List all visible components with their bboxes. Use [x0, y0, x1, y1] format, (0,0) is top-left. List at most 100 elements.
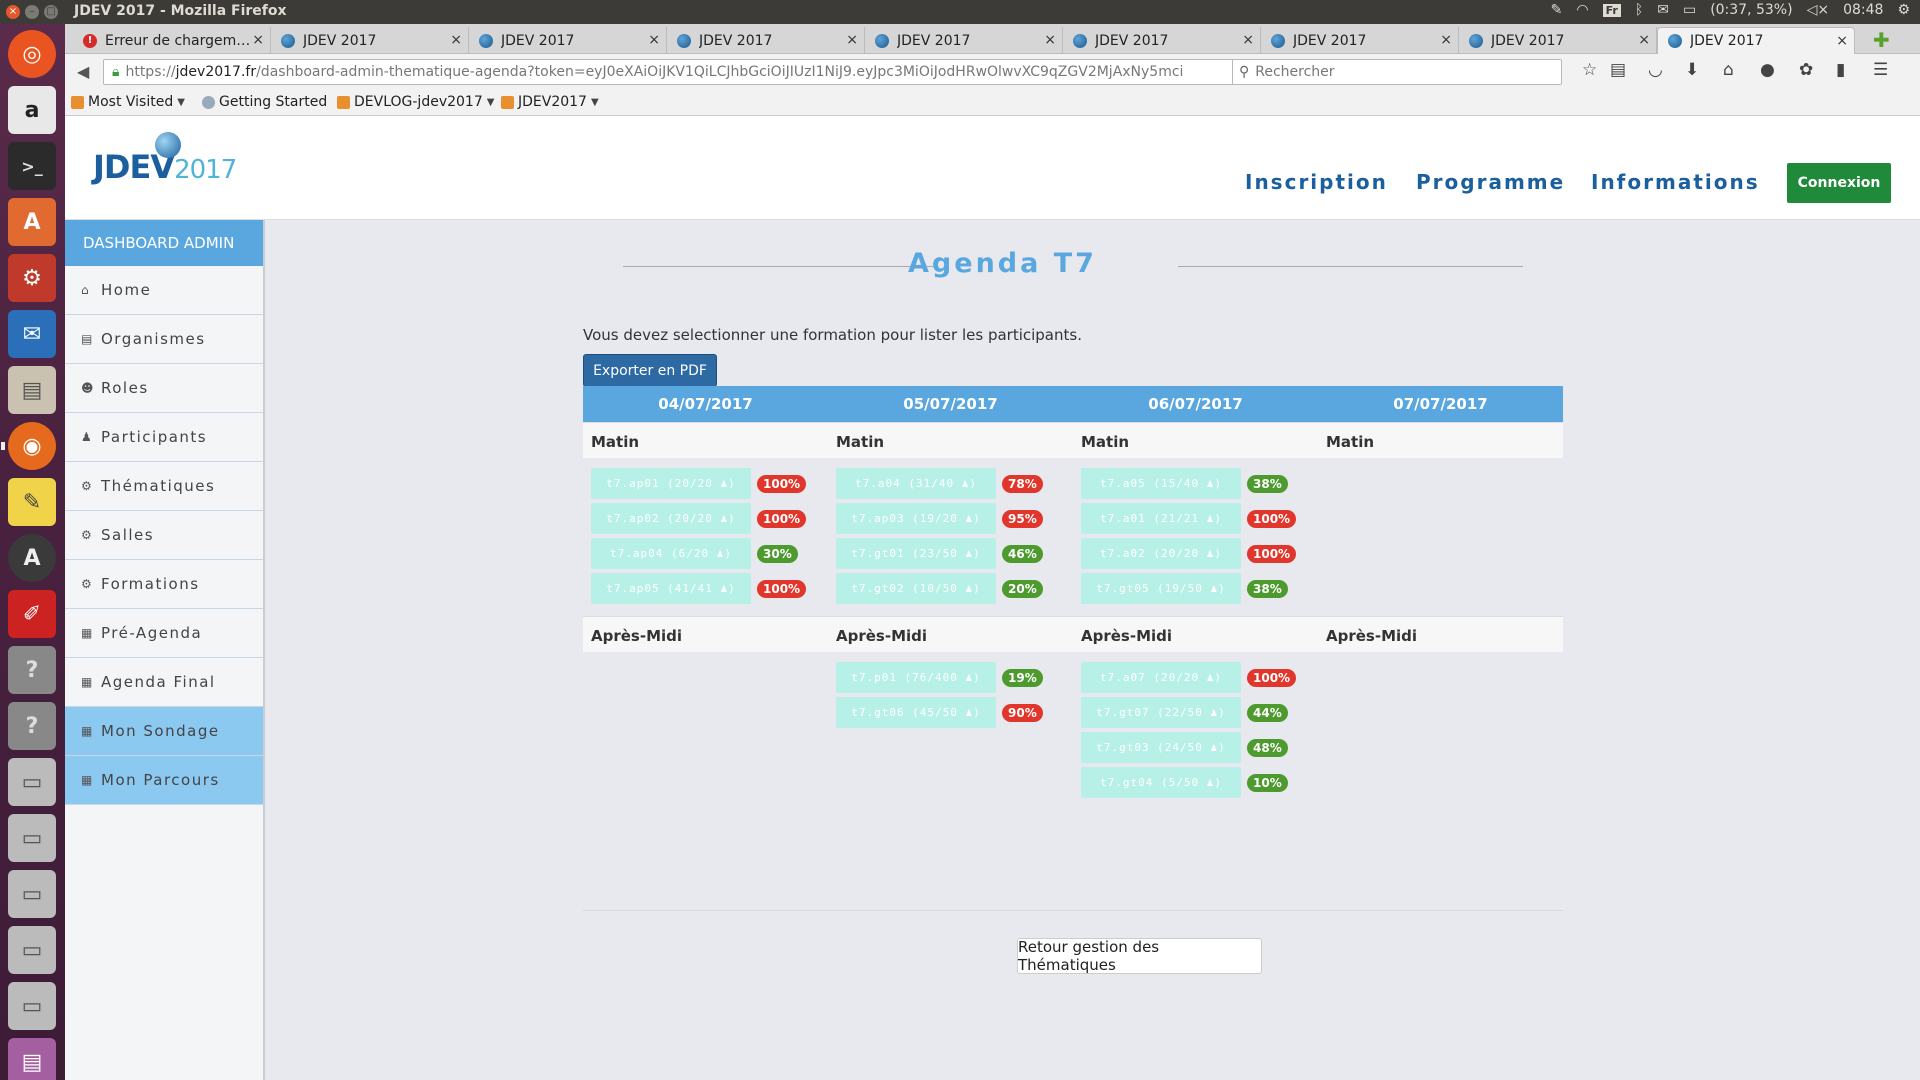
formation-button[interactable]: t7.gt07 (22/50 ♟)	[1081, 697, 1241, 728]
search-input[interactable]: ⚲ Rechercher	[1232, 59, 1562, 85]
drive-icon[interactable]: ▭	[8, 814, 56, 862]
formation-button[interactable]: t7.a02 (20/20 ♟)	[1081, 538, 1241, 569]
connexion-button[interactable]: Connexion	[1787, 163, 1891, 203]
browser-tab[interactable]: JDEV 2017 ×	[469, 27, 667, 54]
formation-button[interactable]: t7.gt03 (24/50 ♟)	[1081, 732, 1241, 763]
home-icon[interactable]: ⌂	[1723, 60, 1734, 80]
bookmark-getting-started[interactable]: Getting Started	[202, 94, 327, 110]
keyboard-layout-indicator[interactable]: Fr	[1602, 3, 1621, 17]
reading-list-icon[interactable]: ▤	[1610, 60, 1626, 80]
browser-tab[interactable]: JDEV 2017 ×	[865, 27, 1063, 54]
bookmark-most-visited[interactable]: Most Visited ▼	[71, 94, 185, 110]
bookmark-jdev2017[interactable]: JDEV2017 ▼	[501, 94, 599, 110]
close-icon[interactable]: ×	[1242, 32, 1254, 48]
close-icon[interactable]: ×	[450, 32, 462, 48]
drive-icon[interactable]: ▭	[8, 926, 56, 974]
battery-status[interactable]: (0:37, 53%)	[1710, 2, 1792, 18]
formation-button[interactable]: t7.gt06 (45/50 ♟)	[836, 697, 996, 728]
document-viewer-icon[interactable]: ✐	[8, 590, 56, 638]
close-icon[interactable]: ×	[648, 32, 660, 48]
formation-button[interactable]: t7.ap01 (20/20 ♟)	[591, 468, 751, 499]
chat-icon[interactable]: ●	[1760, 60, 1775, 80]
unknown-app-icon[interactable]: ?	[8, 646, 56, 694]
nav-informations[interactable]: Informations	[1591, 170, 1760, 194]
nav-inscription[interactable]: Inscription	[1245, 170, 1388, 194]
ubuntu-dash-icon[interactable]: ◎	[8, 30, 56, 78]
bluetooth-icon[interactable]: ᛒ	[1635, 2, 1643, 18]
workspaces-icon[interactable]: ▤	[8, 1038, 56, 1080]
formation-button[interactable]: t7.ap05 (41/41 ♟)	[591, 573, 751, 604]
formation-button[interactable]: t7.ap02 (20/20 ♟)	[591, 503, 751, 534]
formation-button[interactable]: t7.gt02 (10/50 ♟)	[836, 573, 996, 604]
clipboard-icon[interactable]: ▮	[1836, 60, 1845, 80]
thunderbird-icon[interactable]: ✉	[8, 310, 56, 358]
drive-icon[interactable]: ▭	[8, 758, 56, 806]
close-icon[interactable]: ×	[252, 32, 264, 48]
close-icon[interactable]: ×	[1044, 32, 1056, 48]
bookmark-devlog[interactable]: DEVLOG-jdev2017 ▼	[337, 94, 494, 110]
close-icon[interactable]: ×	[1836, 33, 1848, 49]
files-icon[interactable]: ▤	[8, 366, 56, 414]
settings-gear-icon[interactable]: ⚙	[1897, 2, 1910, 18]
clock[interactable]: 08:48	[1843, 2, 1883, 18]
sidebar-item-mon-parcours[interactable]: ▦ Mon Parcours	[65, 756, 263, 805]
formation-button[interactable]: t7.ap03 (19/20 ♟)	[836, 503, 996, 534]
amazon-icon[interactable]: a	[8, 86, 56, 134]
window-minimize-button[interactable]: –	[25, 5, 39, 19]
formation-button[interactable]: t7.a05 (15/40 ♟)	[1081, 468, 1241, 499]
update-manager-icon[interactable]: A	[8, 534, 56, 582]
hamburger-menu-icon[interactable]: ☰	[1873, 60, 1888, 80]
firefox-icon[interactable]: ◉	[1, 422, 56, 470]
downloads-icon[interactable]: ⬇	[1685, 60, 1699, 80]
sidebar-item-th-matiques[interactable]: ⚙ Thématiques	[65, 462, 263, 511]
export-pdf-button[interactable]: Exporter en PDF	[583, 354, 717, 387]
battery-icon[interactable]: ▭	[1683, 2, 1696, 18]
software-center-icon[interactable]: A	[8, 198, 56, 246]
browser-tab[interactable]: JDEV 2017 ×	[1063, 27, 1261, 54]
browser-tab[interactable]: JDEV 2017 ×	[1261, 27, 1459, 54]
formation-button[interactable]: t7.a07 (20/20 ♟)	[1081, 662, 1241, 693]
formation-button[interactable]: t7.gt05 (19/50 ♟)	[1081, 573, 1241, 604]
window-maximize-button[interactable]: □	[44, 5, 58, 19]
sidebar-item-pr-agenda[interactable]: ▦ Pré-Agenda	[65, 609, 263, 658]
terminal-icon[interactable]: >_	[8, 142, 56, 190]
volume-icon[interactable]: ◁×	[1807, 2, 1830, 18]
back-arrow-icon[interactable]: ◀	[77, 62, 89, 81]
wifi-icon[interactable]: ◠	[1576, 2, 1588, 18]
formation-button[interactable]: t7.a04 (31/40 ♟)	[836, 468, 996, 499]
bookmark-star-icon[interactable]: ☆	[1582, 60, 1597, 80]
sidebar-item-formations[interactable]: ⚙ Formations	[65, 560, 263, 609]
formation-button[interactable]: t7.gt04 (5/50 ♟)	[1081, 767, 1241, 798]
browser-tab[interactable]: JDEV 2017 ×	[667, 27, 865, 54]
extension-icon[interactable]: ✿	[1799, 60, 1813, 80]
nav-programme[interactable]: Programme	[1416, 170, 1565, 194]
unknown-app-icon[interactable]: ?	[8, 702, 56, 750]
formation-button[interactable]: t7.a01 (21/21 ♟)	[1081, 503, 1241, 534]
window-close-button[interactable]: ×	[6, 5, 20, 19]
drive-icon[interactable]: ▭	[8, 982, 56, 1030]
close-icon[interactable]: ×	[1638, 32, 1650, 48]
sidebar-item-roles[interactable]: ☻ Roles	[65, 364, 263, 413]
sidebar-item-agenda-final[interactable]: ▦ Agenda Final	[65, 658, 263, 707]
browser-tab[interactable]: JDEV 2017 ×	[271, 27, 469, 54]
mail-icon[interactable]: ✉	[1657, 2, 1669, 18]
sidebar-item-organismes[interactable]: ▤ Organismes	[65, 315, 263, 364]
formation-button[interactable]: t7.ap04 (6/20 ♟)	[591, 538, 751, 569]
browser-tab-active[interactable]: JDEV 2017 ×	[1657, 27, 1855, 54]
browser-tab[interactable]: ! Erreur de chargem… ×	[73, 27, 271, 54]
url-bar[interactable]: 🔒︎ https://jdev2017.fr/dashboard-admin-t…	[103, 59, 1263, 85]
drive-icon[interactable]: ▭	[8, 870, 56, 918]
browser-tab[interactable]: JDEV 2017 ×	[1459, 27, 1657, 54]
site-logo[interactable]: JDEV2017	[93, 132, 237, 186]
close-icon[interactable]: ×	[1440, 32, 1452, 48]
pocket-icon[interactable]: ◡	[1648, 60, 1663, 80]
system-settings-icon[interactable]: ⚙	[8, 254, 56, 302]
formation-button[interactable]: t7.p01 (76/400 ♟)	[836, 662, 996, 693]
sidebar-item-home[interactable]: ⌂ Home	[65, 266, 263, 315]
sidebar-item-salles[interactable]: ⚙ Salles	[65, 511, 263, 560]
edit-indicator-icon[interactable]: ✎	[1551, 2, 1563, 18]
sidebar-item-participants[interactable]: ♟ Participants	[65, 413, 263, 462]
sidebar-item-mon-sondage[interactable]: ▦ Mon Sondage	[65, 707, 263, 756]
back-to-themes-button[interactable]: Retour gestion des Thématiques	[1017, 938, 1262, 974]
notes-icon[interactable]: ✎	[8, 478, 56, 526]
